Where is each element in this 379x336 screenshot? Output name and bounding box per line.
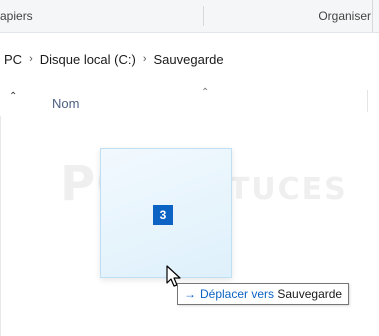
breadcrumb-item-pc[interactable]: PC bbox=[4, 52, 22, 67]
drag-count-badge: 3 bbox=[153, 205, 173, 225]
breadcrumb[interactable]: PC › Disque local (C:) › Sauvegarde bbox=[0, 44, 375, 74]
sort-up-icon[interactable]: ⌃ bbox=[9, 91, 17, 102]
ribbon-group-clipboard-label[interactable]: apiers bbox=[0, 0, 200, 32]
chevron-right-icon[interactable]: › bbox=[29, 53, 33, 65]
ribbon-edge bbox=[372, 0, 373, 32]
drop-tooltip-verb: Déplacer vers bbox=[200, 287, 275, 301]
sort-up-icon: ⌃ bbox=[201, 87, 210, 98]
pane-divider bbox=[0, 116, 1, 336]
column-divider[interactable] bbox=[367, 90, 368, 112]
breadcrumb-item-local-disk[interactable]: Disque local (C:) bbox=[40, 52, 136, 67]
ribbon-group-organize-label[interactable]: Organiser bbox=[205, 0, 379, 32]
column-header-name[interactable]: Nom bbox=[52, 96, 79, 111]
ribbon-separator bbox=[203, 6, 204, 26]
column-header-row: ⌃ Nom ⌃ bbox=[0, 87, 379, 116]
right-arrow-icon: → bbox=[184, 287, 196, 301]
drop-tooltip: → Déplacer vers Sauvegarde bbox=[177, 283, 350, 305]
drop-tooltip-target: Sauvegarde bbox=[277, 287, 343, 301]
ribbon: apiers Organiser bbox=[0, 0, 379, 33]
breadcrumb-item-sauvegarde[interactable]: Sauvegarde bbox=[154, 52, 224, 67]
chevron-right-icon[interactable]: › bbox=[143, 53, 147, 65]
